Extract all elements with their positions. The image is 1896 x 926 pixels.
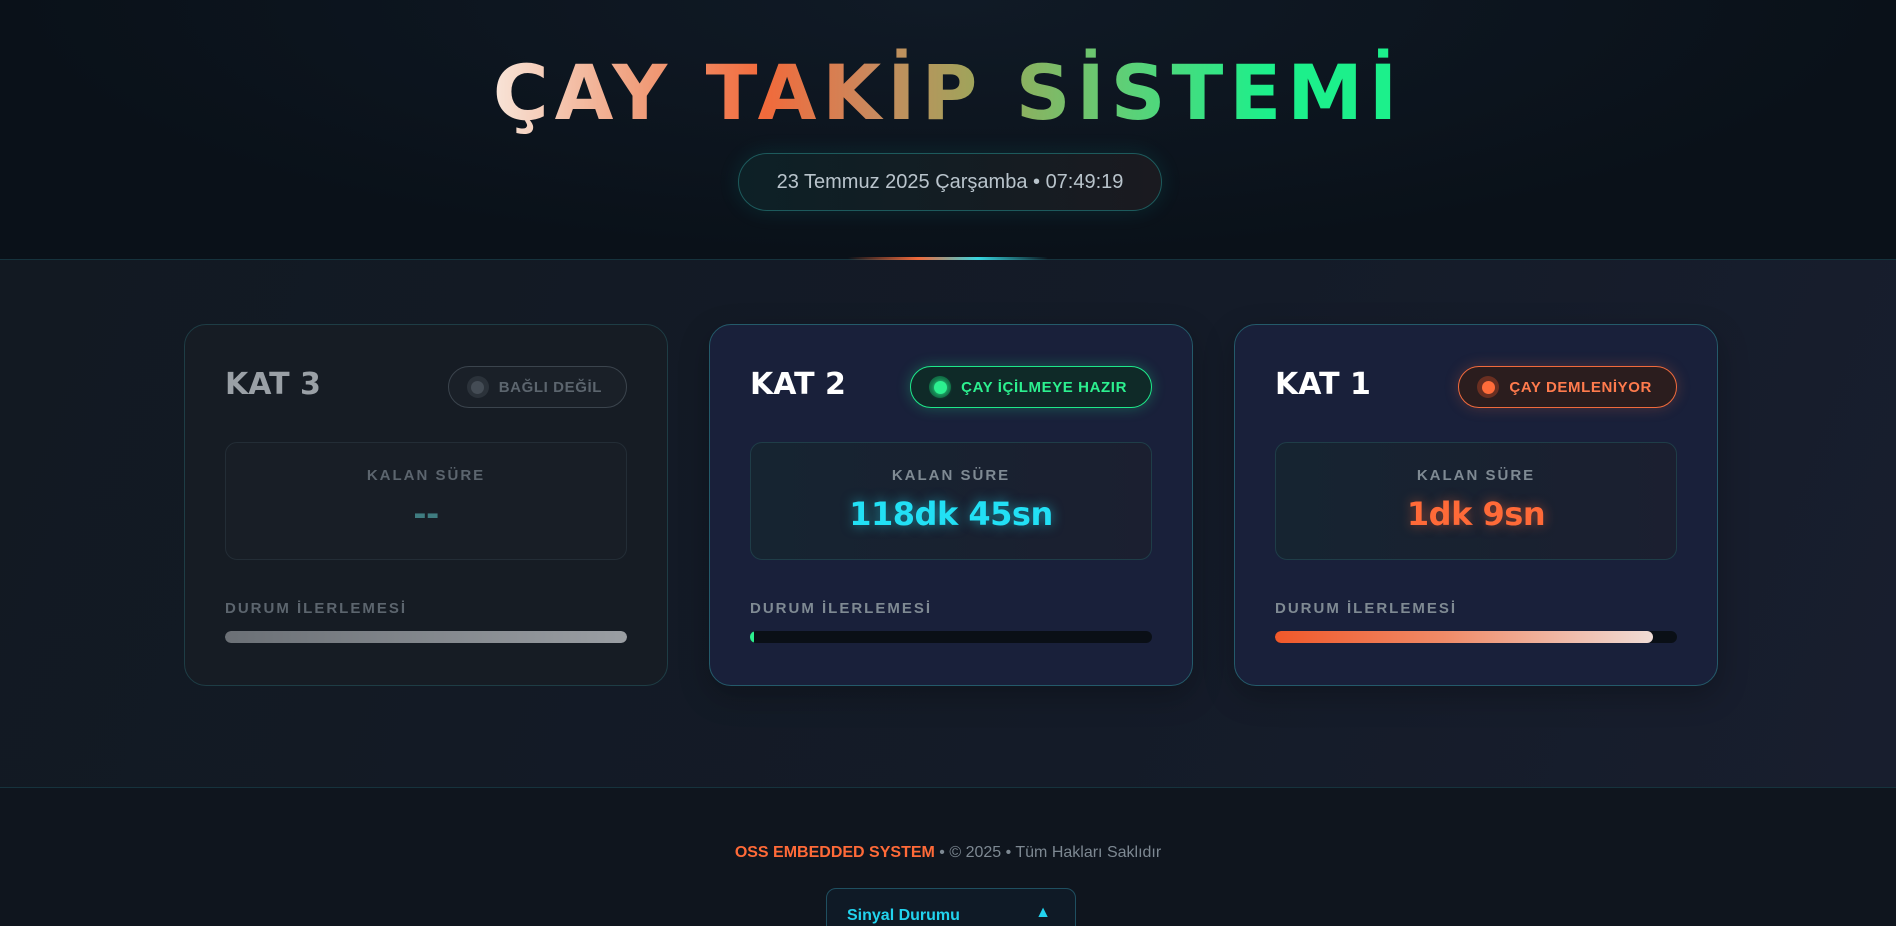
status-badge: BAĞLI DEĞİL [447, 366, 627, 408]
remaining-time-label: KALAN SÜRE [891, 467, 1011, 484]
footer-copyright: • © 2025 • Tüm Hakları Saklıdır [934, 844, 1162, 861]
signal-status-title: Sinyal Durumu [847, 907, 960, 924]
progress-fill [225, 631, 627, 643]
remaining-time-box: KALAN SÜRE -- [225, 442, 627, 560]
footer-brand: OSS EMBEDDED SYSTEM [734, 844, 935, 861]
status-dot-icon [929, 376, 952, 398]
triangle-up-icon[interactable]: ▲ [1033, 903, 1053, 923]
remaining-time-box: KALAN SÜRE 118dk 45sn [750, 442, 1152, 560]
progress-label: DURUM İLERLEMESİ [225, 600, 407, 617]
progress-fill [1275, 631, 1653, 643]
floor-cards-section: KAT 3 BAĞLI DEĞİL KALAN SÜRE -- DURUM İL… [0, 260, 1896, 788]
status-badge: ÇAY İÇİLMEYE HAZIR [910, 366, 1152, 408]
status-dot-icon [466, 376, 489, 398]
datetime-pill: 23 Temmuz 2025 Çarşamba • 07:49:19 [738, 153, 1162, 211]
page: ÇAY TAKİP SİSTEMİ 23 Temmuz 2025 Çarşamb… [0, 0, 1896, 926]
remaining-time-box: KALAN SÜRE 1dk 9sn [1275, 442, 1677, 560]
floor-card-title: KAT 1 [1275, 367, 1371, 402]
page-title: ÇAY TAKİP SİSTEMİ [490, 48, 1406, 138]
progress-bar [225, 631, 627, 643]
datetime-text: 23 Temmuz 2025 Çarşamba • 07:49:19 [776, 170, 1124, 193]
status-dot-icon [1477, 376, 1500, 398]
signal-status-panel[interactable]: Sinyal Durumu ▲ [826, 888, 1076, 926]
remaining-time-value: -- [413, 495, 439, 533]
progress-bar [1275, 631, 1677, 643]
footer-text: OSS EMBEDDED SYSTEM • © 2025 • Tüm Hakla… [0, 844, 1896, 862]
status-badge-label: BAĞLI DEĞİL [498, 378, 602, 396]
floor-card-title: KAT 2 [750, 367, 846, 402]
header: ÇAY TAKİP SİSTEMİ 23 Temmuz 2025 Çarşamb… [0, 0, 1896, 260]
footer: OSS EMBEDDED SYSTEM • © 2025 • Tüm Hakla… [0, 788, 1896, 926]
progress-label: DURUM İLERLEMESİ [1275, 600, 1457, 617]
floor-card-kat-3: KAT 3 BAĞLI DEĞİL KALAN SÜRE -- DURUM İL… [184, 324, 668, 686]
status-badge: ÇAY DEMLENİYOR [1458, 366, 1677, 408]
title-wrap: ÇAY TAKİP SİSTEMİ [490, 48, 1406, 138]
floor-card-kat-2: KAT 2 ÇAY İÇİLMEYE HAZIR KALAN SÜRE 118d… [709, 324, 1193, 686]
remaining-time-label: KALAN SÜRE [1416, 467, 1536, 484]
status-badge-label: ÇAY İÇİLMEYE HAZIR [961, 378, 1127, 396]
remaining-time-value: 118dk 45sn [849, 495, 1053, 533]
floor-card-title: KAT 3 [225, 367, 321, 402]
progress-label: DURUM İLERLEMESİ [750, 600, 932, 617]
remaining-time-label: KALAN SÜRE [366, 467, 486, 484]
status-badge-label: ÇAY DEMLENİYOR [1509, 378, 1652, 396]
floor-card-kat-1: KAT 1 ÇAY DEMLENİYOR KALAN SÜRE 1dk 9sn … [1234, 324, 1718, 686]
progress-fill [750, 631, 755, 643]
progress-bar [750, 631, 1152, 643]
remaining-time-value: 1dk 9sn [1406, 495, 1546, 533]
